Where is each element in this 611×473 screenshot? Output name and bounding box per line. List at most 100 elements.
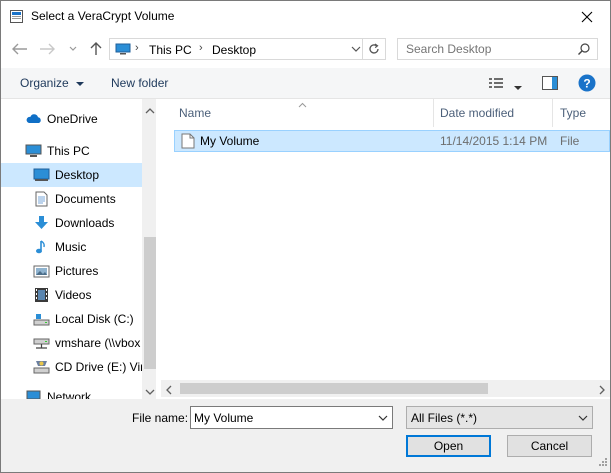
command-toolbar: Organize New folder ? (1, 68, 610, 99)
computer-icon (115, 43, 131, 58)
nav-item-local-disk[interactable]: Local Disk (C:) (1, 307, 142, 331)
drive-icon (33, 311, 50, 327)
scroll-down-button[interactable] (145, 385, 155, 399)
search-icon[interactable] (577, 42, 591, 59)
veracrypt-app-icon (10, 10, 23, 23)
preview-pane-button[interactable] (542, 76, 558, 93)
recent-locations-button[interactable] (63, 40, 83, 58)
column-header-date-modified[interactable]: Date modified (432, 99, 552, 127)
navigation-pane: OneDrive This PC Desktop Documents Downl… (1, 99, 156, 399)
chevron-down-icon (578, 415, 588, 421)
file-name-input[interactable] (191, 407, 372, 428)
file-type-filter-select[interactable]: All Files (*.*) (406, 406, 593, 429)
column-header-name[interactable]: Name (171, 99, 433, 127)
resize-grip-icon[interactable] (597, 455, 607, 469)
scroll-down-arrow-icon (145, 389, 155, 395)
file-date-modified: 11/14/2015 1:14 PM (440, 134, 548, 148)
file-dialog-window: Select a VeraCrypt Volume › This PC › De… (0, 0, 611, 473)
navigation-bar: › This PC › Desktop (1, 34, 610, 64)
filter-dropdown-button[interactable] (578, 412, 588, 426)
open-button[interactable]: Open (406, 435, 491, 457)
nav-item-videos[interactable]: Videos (1, 283, 142, 307)
nav-item-label: Local Disk (C:) (55, 312, 134, 326)
back-arrow-icon (12, 43, 27, 55)
nav-item-label: Network (47, 390, 92, 399)
downloads-icon (33, 215, 49, 231)
nav-item-downloads[interactable]: Downloads (1, 211, 142, 235)
file-list-pane: Name Date modified Type My Volume 11/14/… (161, 99, 610, 399)
forward-button[interactable] (37, 40, 57, 58)
cancel-button[interactable]: Cancel (507, 435, 592, 457)
music-icon (33, 239, 49, 255)
nav-item-network[interactable]: Network (1, 385, 142, 399)
nav-item-documents[interactable]: Documents (1, 187, 142, 211)
nav-item-label: Desktop (55, 168, 100, 182)
scroll-up-arrow-icon (145, 108, 155, 114)
cd-drive-icon (33, 359, 50, 375)
address-dropdown-button[interactable] (351, 42, 361, 59)
help-icon: ? (578, 74, 596, 92)
nav-item-pictures[interactable]: Pictures (1, 259, 142, 283)
nav-item-music[interactable]: Music (1, 235, 142, 259)
nav-item-label: CD Drive (E:) Virt (55, 360, 148, 374)
title-bar: Select a VeraCrypt Volume (1, 1, 610, 32)
file-name-dropdown-button[interactable] (378, 412, 388, 426)
nav-item-cd-drive[interactable]: CD Drive (E:) Virt (1, 355, 147, 379)
file-name-combobox[interactable] (190, 406, 393, 429)
preview-pane-icon (542, 76, 558, 90)
cloud-icon (25, 111, 41, 127)
file-icon (181, 133, 195, 152)
scroll-right-button[interactable] (599, 384, 606, 398)
scroll-left-button[interactable] (165, 384, 172, 398)
forward-arrow-icon (40, 43, 55, 55)
sort-ascending-icon (298, 99, 307, 111)
new-folder-button[interactable]: New folder (111, 76, 168, 90)
nav-item-desktop[interactable]: Desktop (1, 163, 142, 187)
close-button[interactable] (564, 1, 610, 32)
nav-item-this-pc[interactable]: This PC (1, 139, 142, 163)
dialog-footer: File name: All Files (*.*) Open Cancel (1, 399, 610, 472)
back-button[interactable] (10, 40, 30, 58)
videos-icon (33, 287, 49, 303)
column-header-type[interactable]: Type (552, 99, 610, 127)
search-box[interactable] (397, 38, 598, 60)
up-arrow-icon (90, 42, 102, 55)
nav-item-label: Videos (55, 288, 92, 302)
change-view-button[interactable] (488, 76, 504, 93)
scroll-left-arrow-icon (166, 385, 172, 395)
caret-down-icon (514, 86, 522, 90)
file-row[interactable]: My Volume 11/14/2015 1:14 PM File (174, 130, 610, 152)
breadcrumb-separator-icon: › (199, 42, 203, 54)
computer-icon (25, 143, 42, 159)
scroll-up-button[interactable] (145, 103, 155, 117)
refresh-button[interactable] (362, 39, 385, 59)
close-icon (581, 11, 593, 22)
column-header-label: Date modified (440, 106, 515, 120)
nav-item-label: OneDrive (47, 112, 98, 126)
nav-pane-scrollbar[interactable] (142, 99, 156, 399)
address-bar[interactable]: › This PC › Desktop (109, 38, 386, 60)
view-options-dropdown[interactable] (514, 80, 522, 94)
breadcrumb-desktop[interactable]: Desktop (212, 43, 256, 57)
organize-menu-button[interactable]: Organize (20, 76, 85, 90)
nav-item-vmshare[interactable]: vmshare (\\vbox (1, 331, 142, 355)
chevron-down-icon (378, 415, 388, 421)
breadcrumb-this-pc[interactable]: This PC (149, 43, 192, 57)
scrollbar-thumb[interactable] (144, 237, 156, 369)
up-button[interactable] (86, 40, 106, 58)
nav-item-label: vmshare (\\vbox (55, 336, 141, 350)
help-button[interactable]: ? (578, 74, 596, 95)
chevron-down-icon (351, 46, 361, 52)
scrollbar-thumb[interactable] (180, 383, 488, 394)
refresh-icon (369, 43, 379, 54)
search-input[interactable] (398, 39, 576, 59)
nav-item-onedrive[interactable]: OneDrive (1, 107, 142, 131)
nav-item-label: Downloads (55, 216, 115, 230)
network-drive-icon (33, 335, 50, 351)
view-details-icon (489, 78, 503, 88)
file-list-horizontal-scrollbar[interactable] (161, 380, 610, 397)
window-title: Select a VeraCrypt Volume (31, 9, 175, 23)
file-name: My Volume (200, 134, 260, 148)
scroll-right-arrow-icon (599, 385, 605, 395)
nav-item-label: Documents (55, 192, 116, 206)
